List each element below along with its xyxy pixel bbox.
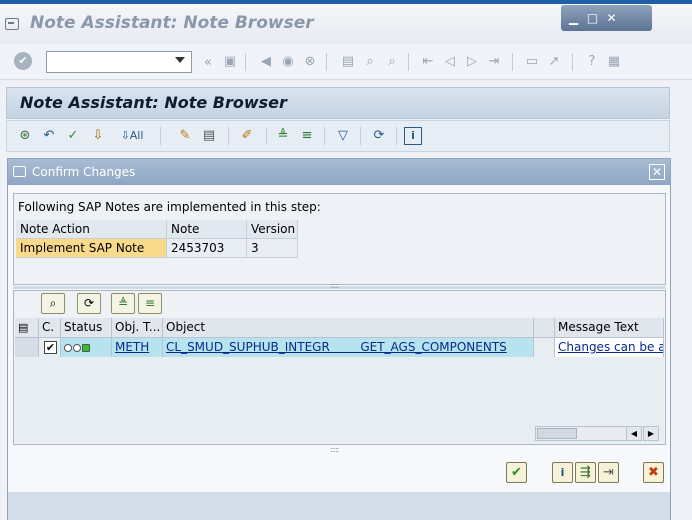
new-session-icon[interactable]: ▭ [524, 55, 540, 69]
exit-icon[interactable]: ◀ [258, 55, 274, 69]
page-title: Note Assistant: Note Browser [20, 93, 287, 112]
toolbar-separator [326, 53, 327, 71]
help-icon[interactable]: ? [584, 55, 600, 69]
notes-header-action: Note Action [16, 220, 167, 239]
toolbar-separator [360, 127, 361, 145]
window-controls: ▁ □ ✕ [561, 5, 652, 31]
implement-icon[interactable]: ⊛ [16, 127, 34, 145]
notes-header-version: Version [247, 220, 298, 239]
cancel-icon[interactable]: ✖ [643, 462, 664, 483]
row-selector[interactable] [15, 338, 39, 357]
shortcut-icon[interactable]: ↗ [546, 55, 562, 69]
next-page-icon[interactable]: ▷ [464, 55, 480, 69]
enter-icon[interactable]: ✔ [14, 52, 32, 70]
check-icon[interactable]: ✓ [64, 127, 82, 145]
filter-icon[interactable]: ▽ [334, 127, 352, 145]
splitter-grip[interactable]: ::::: [330, 445, 340, 454]
grid-header-blank[interactable] [534, 318, 555, 338]
reset-icon[interactable]: ↶ [40, 127, 58, 145]
scroll-right-icon[interactable]: ▶ [643, 426, 659, 441]
toolbar-separator [572, 53, 573, 71]
intro-text: Following SAP Notes are implemented in t… [18, 200, 321, 214]
grid-header-checkbox[interactable]: C. [39, 318, 61, 338]
dialog-title: Confirm Changes [32, 165, 136, 179]
row-checkbox[interactable]: ✔ [44, 341, 57, 354]
confirm-icon[interactable]: ✔ [506, 462, 527, 483]
window-title: Note Assistant: Note Browser [30, 13, 314, 33]
import-icon[interactable]: ⇥ [598, 462, 619, 483]
info-icon[interactable]: i [552, 462, 573, 483]
status-light-green-icon [82, 343, 90, 352]
splitter-grip[interactable]: ::::: [330, 281, 340, 290]
status-light-red-icon [64, 343, 72, 352]
document-icon[interactable]: ▤ [200, 127, 218, 145]
object-link[interactable]: CL_SMUD_SUPHUB_INTEGR GET_AGS_COMPONENTS [163, 338, 534, 357]
stop-icon[interactable]: ⊗ [302, 55, 318, 69]
note-version-cell: 3 [247, 239, 298, 258]
download-all-button[interactable]: ⇩All [114, 127, 150, 145]
notes-header-note: Note [167, 220, 247, 239]
toolbar-separator [160, 127, 161, 145]
scroll-left-icon[interactable]: ◀ [626, 426, 642, 441]
first-page-icon[interactable]: ⇤ [420, 55, 436, 69]
dialog-icon [13, 166, 26, 177]
toolbar-separator [396, 127, 397, 145]
sort-ascending-icon[interactable]: ≜ [274, 127, 292, 145]
scrollbar-thumb[interactable] [537, 428, 577, 439]
sort-descending-icon[interactable]: ≡ [298, 127, 316, 145]
refresh-icon[interactable]: ⟳ [370, 127, 388, 145]
grid-layout-icon[interactable]: ▤ [15, 318, 39, 338]
grid-header-status[interactable]: Status [61, 318, 112, 338]
find-next-icon[interactable]: ⌕ [384, 55, 400, 69]
find-icon[interactable]: ⌕ [362, 55, 378, 69]
command-field[interactable] [46, 51, 192, 73]
maximize-icon[interactable]: □ [584, 8, 601, 28]
command-dropdown-icon[interactable] [175, 57, 185, 63]
sort-ascending-icon[interactable]: ≜ [111, 293, 135, 314]
toolbar-separator [228, 127, 229, 145]
refresh-icon[interactable]: ⟳ [77, 293, 101, 314]
note-icon[interactable]: ✎ [176, 127, 194, 145]
splitter[interactable] [13, 286, 666, 289]
print-icon[interactable]: ▤ [340, 55, 356, 69]
save-icon[interactable]: ▣ [222, 55, 238, 69]
status-light-yellow-icon [73, 343, 81, 352]
info-icon[interactable]: i [404, 127, 422, 145]
sort-descending-icon[interactable]: ≡ [138, 293, 162, 314]
edit-icon[interactable]: ✐ [238, 127, 256, 145]
details-icon[interactable]: ⌕ [41, 293, 65, 314]
last-page-icon[interactable]: ⇥ [486, 55, 502, 69]
export-icon[interactable]: ⇶ [575, 462, 596, 483]
blank-cell [534, 338, 555, 357]
download-all-label: All [129, 129, 144, 142]
cancel-icon[interactable]: ◉ [280, 55, 296, 69]
grid-header-object[interactable]: Object [163, 318, 534, 338]
obj-type-link[interactable]: METH [112, 338, 163, 357]
note-number-cell: 2453703 [167, 239, 247, 258]
status-cell [61, 338, 112, 357]
note-action-cell: Implement SAP Note [16, 239, 167, 258]
toolbar-separator [512, 53, 513, 71]
download-all-icon: ⇩ [120, 129, 130, 142]
message-link[interactable]: Changes can be ap [555, 338, 664, 357]
window-menu-icon[interactable] [5, 18, 19, 30]
minimize-icon[interactable]: ▁ [565, 8, 582, 28]
grid-header-obj-type[interactable]: Obj. T... [112, 318, 163, 338]
toolbar-separator [266, 127, 267, 145]
download-icon[interactable]: ⇩ [89, 127, 107, 145]
back-icon[interactable]: « [202, 56, 214, 70]
toolbar-separator [408, 53, 409, 71]
layout-icon[interactable]: ▦ [606, 55, 622, 69]
dialog-bottom-area [8, 492, 670, 520]
toolbar-separator [245, 53, 246, 71]
grid-header-message[interactable]: Message Text [555, 318, 664, 338]
dialog-close-icon[interactable]: ✕ [649, 164, 665, 180]
previous-page-icon[interactable]: ◁ [442, 55, 458, 69]
toolbar-separator [324, 127, 325, 145]
close-icon[interactable]: ✕ [603, 8, 620, 28]
